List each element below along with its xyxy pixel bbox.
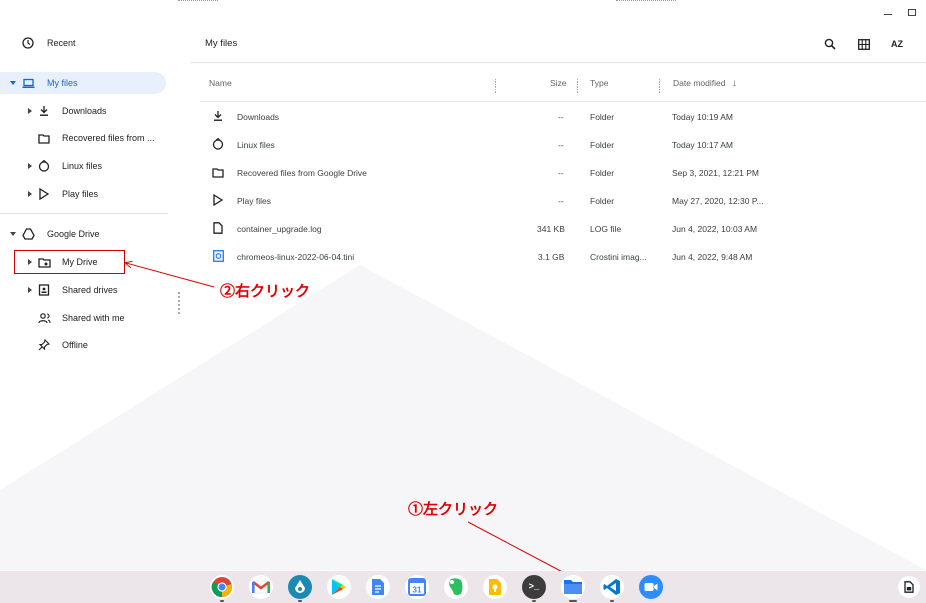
annotation-left-click: ①左クリック [408,501,499,518]
gmail-icon[interactable] [249,575,273,599]
files-icon[interactable] [561,575,585,599]
terminal-icon[interactable]: >_ [522,575,546,599]
running-indicator-active [569,600,577,602]
document-icon [904,581,914,593]
terminal-glyph: >_ [528,582,540,592]
running-indicator [532,600,536,602]
evernote-icon[interactable] [444,575,468,599]
annotation-right-click: ②右クリック [220,283,311,300]
inkscape-icon[interactable] [288,575,312,599]
vscode-icon[interactable] [600,575,624,599]
annotation-arrow-right-click [126,263,215,288]
tote-button[interactable] [898,576,920,598]
calendar-icon[interactable]: 31 [405,575,429,599]
running-indicator [220,600,224,602]
svg-text:31: 31 [413,586,422,595]
play-store-icon[interactable] [327,575,351,599]
zoom-icon[interactable] [639,575,663,599]
running-indicator [610,600,614,602]
docs-icon[interactable] [366,575,390,599]
running-indicator [298,600,302,602]
keep-icon[interactable] [483,575,507,599]
annotation-arrow-left-click [467,521,572,577]
chrome-icon[interactable] [210,575,234,599]
